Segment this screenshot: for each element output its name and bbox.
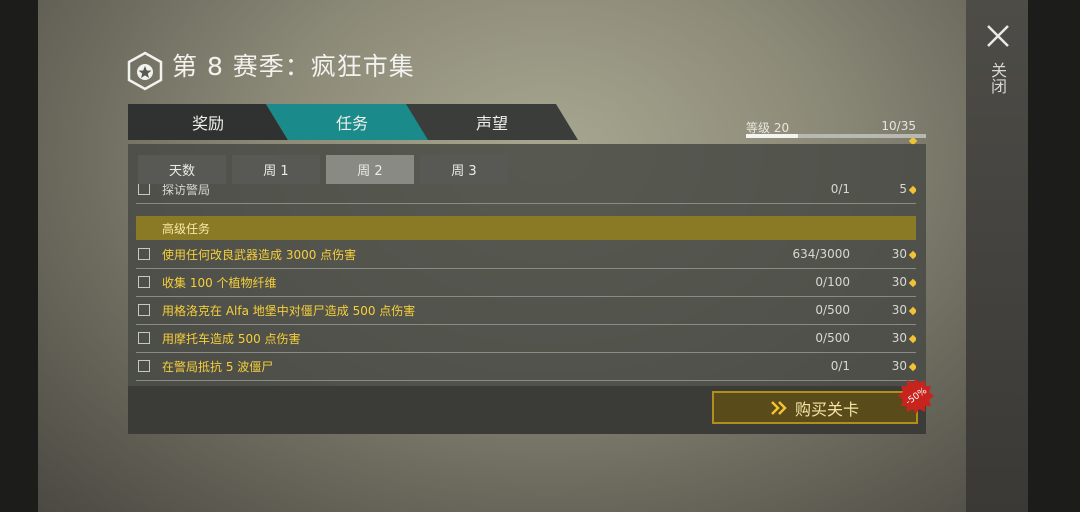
level-count-text: 10/35 xyxy=(881,119,916,133)
screen-edge xyxy=(1028,0,1080,512)
tab-rewards[interactable]: 奖励 xyxy=(128,104,288,140)
subtab-week-2[interactable]: 周 2 xyxy=(326,155,414,184)
mission-reward: 30 xyxy=(856,359,916,373)
mission-reward: 5 xyxy=(856,184,916,196)
mission-reward: 30 xyxy=(856,247,916,261)
mission-reward-text: 30 xyxy=(891,303,907,317)
list-item: 使用任何改良武器造成 3000 点伤害 634/3000 30 xyxy=(136,240,916,269)
close-label[interactable]: 关闭 xyxy=(988,62,1007,94)
mission-reward: 30 xyxy=(856,331,916,345)
diamond-icon xyxy=(908,306,916,315)
mission-progress: 0/100 xyxy=(815,275,850,289)
mission-reward-text: 30 xyxy=(891,359,907,373)
mission-reward-text: 30 xyxy=(891,275,907,289)
mission-title: 用格洛克在 Alfa 地堡中对僵尸造成 500 点伤害 xyxy=(162,303,416,318)
list-item: 在警局抵抗 5 波僵尸 0/1 30 xyxy=(136,352,916,381)
diamond-icon xyxy=(908,278,916,287)
list-item: 探访警局 0/1 5 xyxy=(136,184,916,204)
level-progress-fill xyxy=(746,134,799,138)
diamond-icon xyxy=(908,185,916,194)
tab-reputation[interactable]: 声望 xyxy=(406,104,578,140)
checkbox xyxy=(138,248,150,260)
checkbox xyxy=(138,332,150,344)
mission-title: 探访警局 xyxy=(162,184,211,197)
mission-reward-text: 30 xyxy=(891,247,907,261)
diamond-icon xyxy=(908,250,916,259)
discount-badge: -50% xyxy=(898,378,934,414)
checkbox xyxy=(138,304,150,316)
mission-progress: 0/500 xyxy=(815,331,850,345)
mission-title: 使用任何改良武器造成 3000 点伤害 xyxy=(162,247,357,262)
mission-reward-text: 30 xyxy=(891,331,907,345)
mission-progress: 0/1 xyxy=(830,184,850,196)
buy-pass-label: 购买关卡 xyxy=(794,399,859,419)
close-icon[interactable] xyxy=(986,24,1010,48)
list-item: 收集 100 个植物纤维 0/100 30 xyxy=(136,268,916,297)
double-chevron-right-icon xyxy=(771,400,787,415)
section-header: 高级任务 xyxy=(136,216,916,240)
mission-title: 在警局抵抗 5 波僵尸 xyxy=(162,359,274,374)
checkbox xyxy=(138,360,150,372)
subtab-days[interactable]: 天数 xyxy=(138,155,226,184)
subtab-week-3[interactable]: 周 3 xyxy=(420,155,508,184)
level-count: 10/35 xyxy=(876,119,918,147)
mission-reward-text: 5 xyxy=(899,184,907,196)
level-progress-bar xyxy=(746,134,926,138)
mission-title: 收集 100 个植物纤维 xyxy=(162,275,277,290)
list-item: 用摩托车造成 500 点伤害 0/500 30 xyxy=(136,324,916,353)
checkbox xyxy=(138,276,150,288)
mission-list[interactable]: 探访警局 0/1 5 高级任务 使用任何改良武器造成 3000 点伤害 634/… xyxy=(136,184,916,381)
diamond-icon xyxy=(908,362,916,371)
page-title: 第 8 赛季：疯狂市集 xyxy=(172,52,415,81)
section-title: 高级任务 xyxy=(162,221,211,236)
subtab-week-1[interactable]: 周 1 xyxy=(232,155,320,184)
checkbox xyxy=(138,184,150,195)
mission-reward: 30 xyxy=(856,303,916,317)
mission-progress: 0/1 xyxy=(830,359,850,373)
mission-progress: 0/500 xyxy=(815,303,850,317)
mission-progress: 634/3000 xyxy=(792,247,851,261)
mission-title: 用摩托车造成 500 点伤害 xyxy=(162,331,301,346)
season-badge-icon xyxy=(127,51,163,91)
list-item: 用格洛克在 Alfa 地堡中对僵尸造成 500 点伤害 0/500 30 xyxy=(136,296,916,325)
buy-pass-button[interactable]: 购买关卡 xyxy=(712,391,918,424)
diamond-icon xyxy=(908,334,916,343)
mission-reward: 30 xyxy=(856,275,916,289)
